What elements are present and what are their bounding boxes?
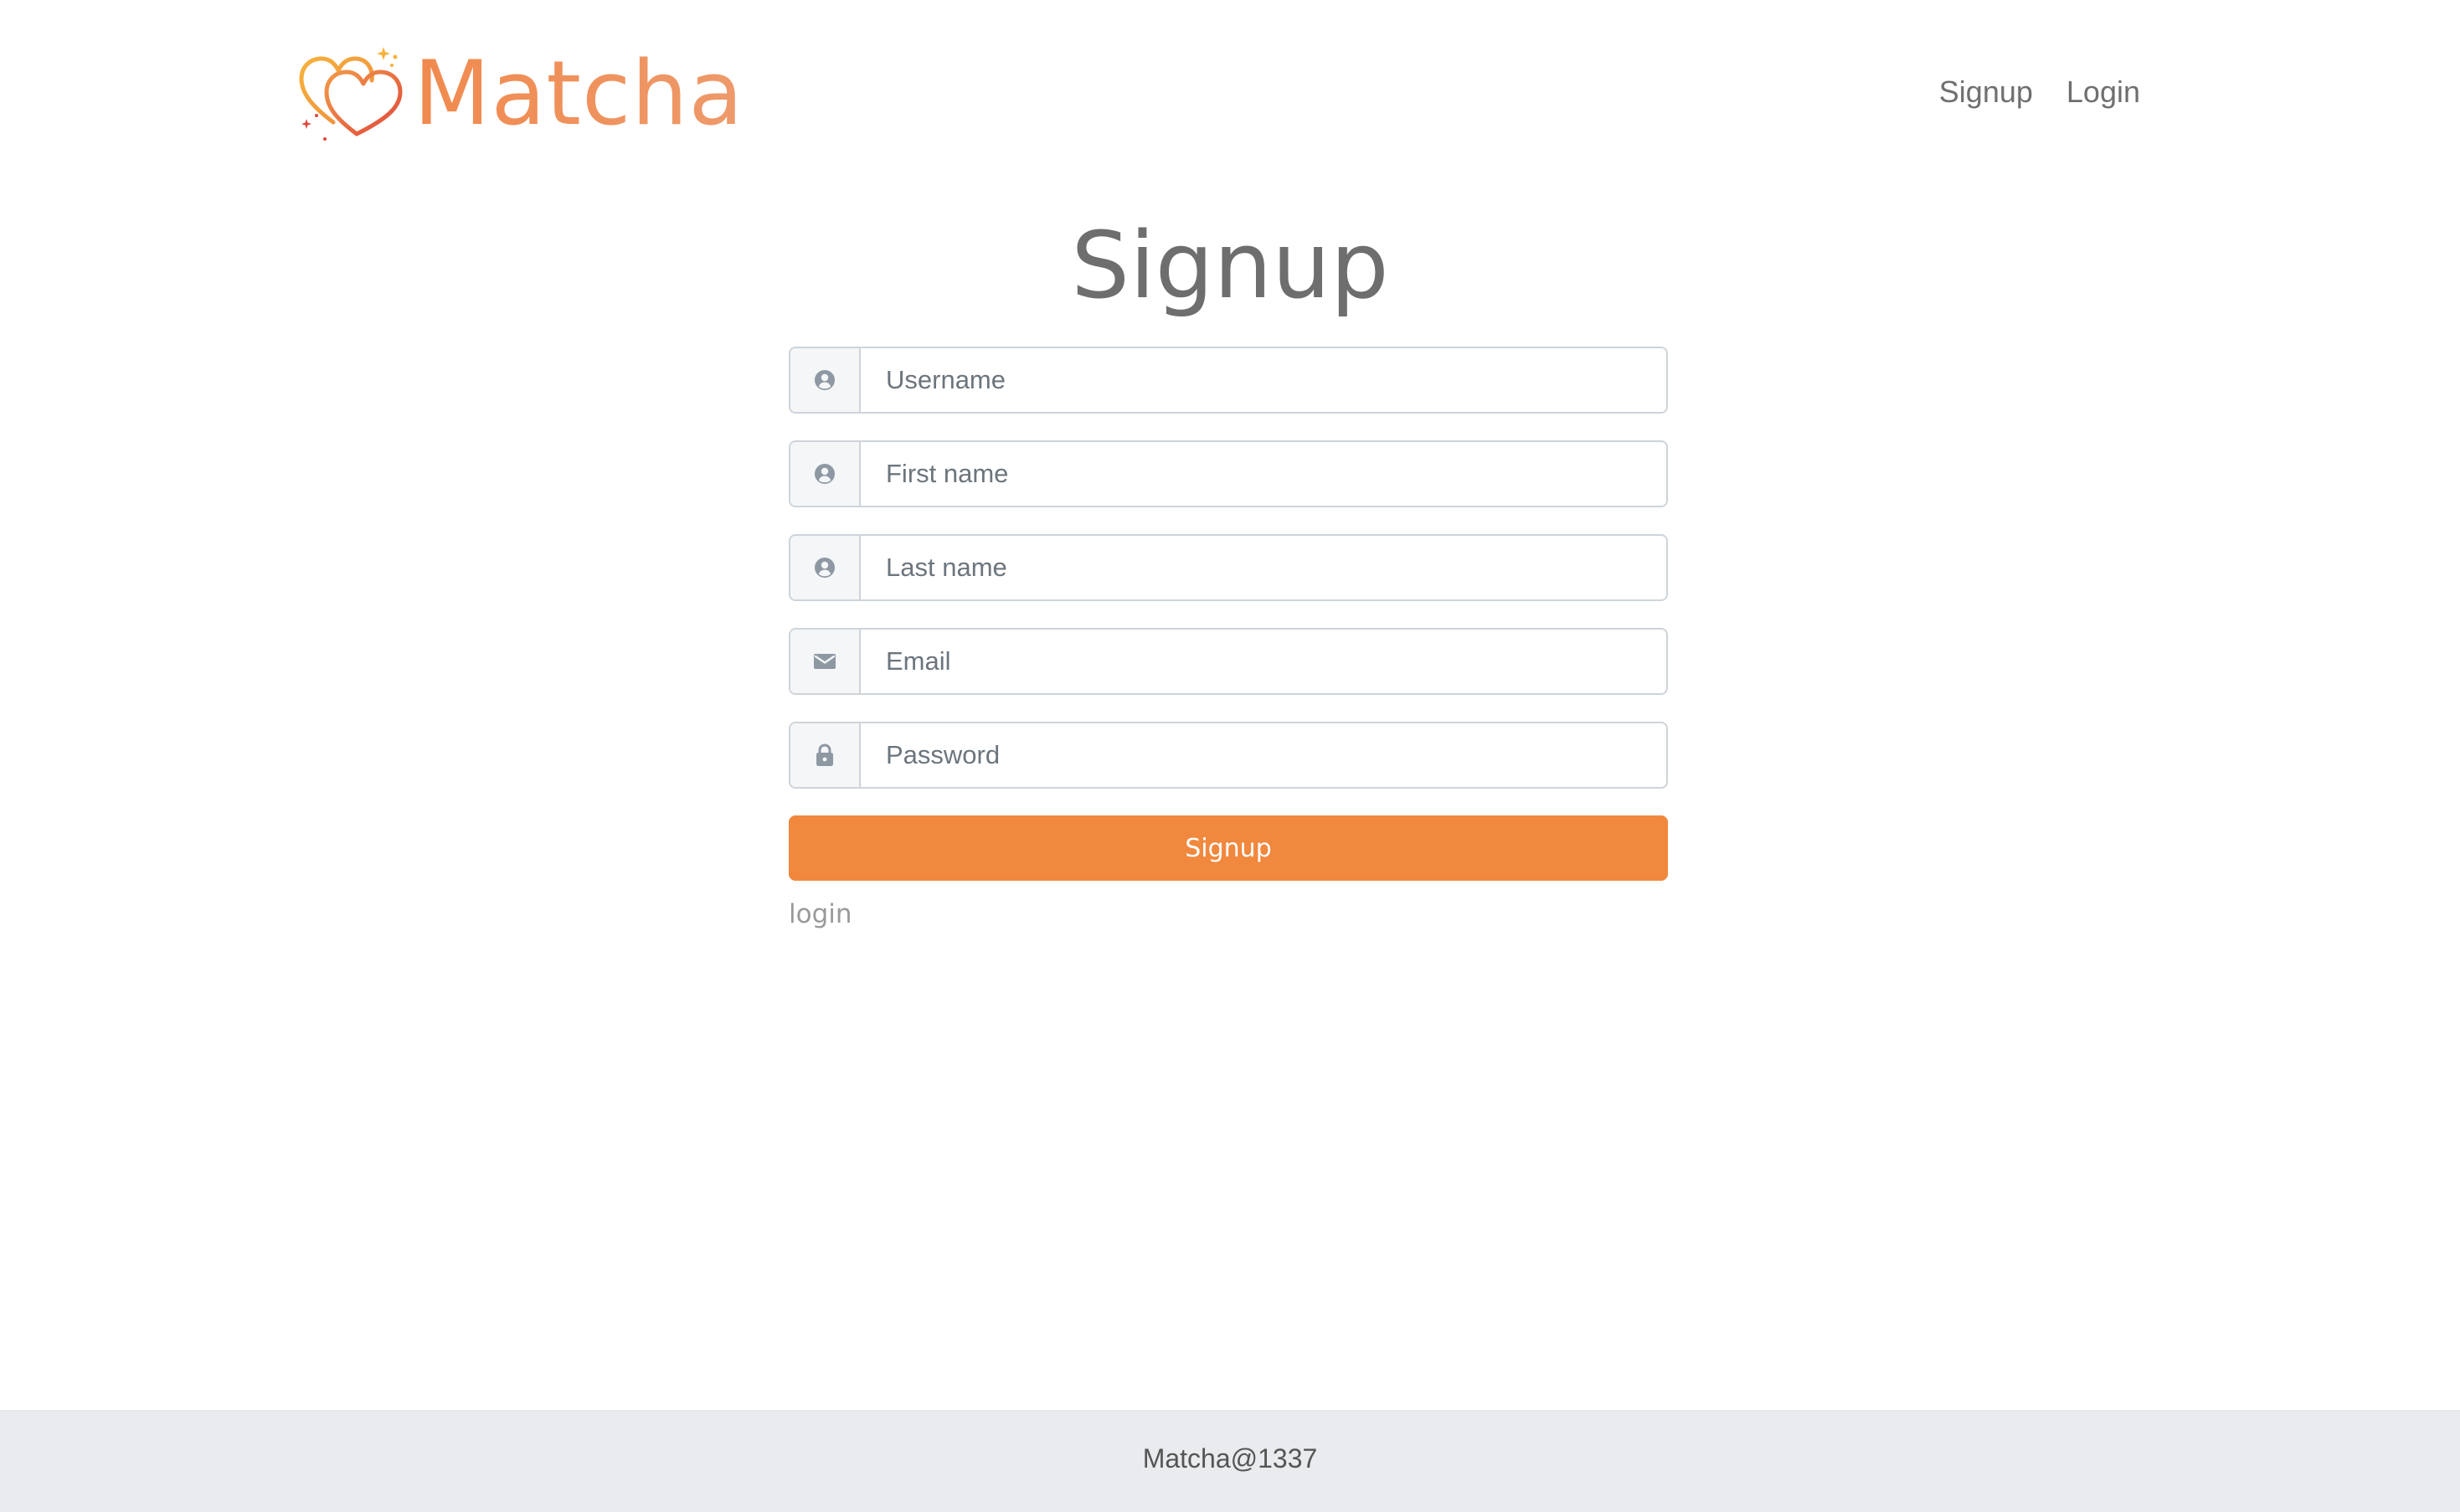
- envelope-icon: [814, 654, 836, 669]
- nav-signup-link[interactable]: Signup: [1939, 67, 2033, 117]
- user-icon: [815, 558, 835, 578]
- page-title: Signup: [1071, 212, 1389, 319]
- first-name-field-group: [789, 440, 1668, 507]
- password-input[interactable]: [861, 723, 1666, 787]
- username-addon: [790, 348, 861, 412]
- email-addon: [790, 630, 861, 693]
- logo-link[interactable]: Matcha: [296, 40, 744, 147]
- username-input[interactable]: [861, 348, 1666, 412]
- last-name-addon: [790, 536, 861, 599]
- lock-icon: [816, 743, 833, 766]
- first-name-input[interactable]: [861, 442, 1666, 506]
- nav-login-link[interactable]: Login: [2066, 67, 2140, 117]
- user-icon: [815, 464, 835, 484]
- logo-text: Matcha: [414, 42, 744, 145]
- password-addon: [790, 723, 861, 787]
- last-name-input[interactable]: [861, 536, 1666, 599]
- user-icon: [815, 370, 835, 390]
- hearts-logo-icon: [299, 47, 403, 141]
- login-link[interactable]: login: [789, 899, 852, 929]
- email-field-group: [789, 628, 1668, 695]
- username-field-group: [789, 347, 1668, 414]
- footer: Matcha@1337: [0, 1410, 2460, 1512]
- signup-form: Signup login: [789, 347, 1668, 929]
- top-nav: Signup Login: [1939, 67, 2140, 117]
- password-field-group: [789, 722, 1668, 789]
- first-name-addon: [790, 442, 861, 506]
- email-input[interactable]: [861, 630, 1666, 693]
- last-name-field-group: [789, 534, 1668, 601]
- page: Matcha Signup Login Signup Username Firs…: [0, 0, 2460, 1512]
- signup-submit-button[interactable]: Signup: [789, 815, 1668, 881]
- footer-text: Matcha@1337: [1142, 1443, 1318, 1473]
